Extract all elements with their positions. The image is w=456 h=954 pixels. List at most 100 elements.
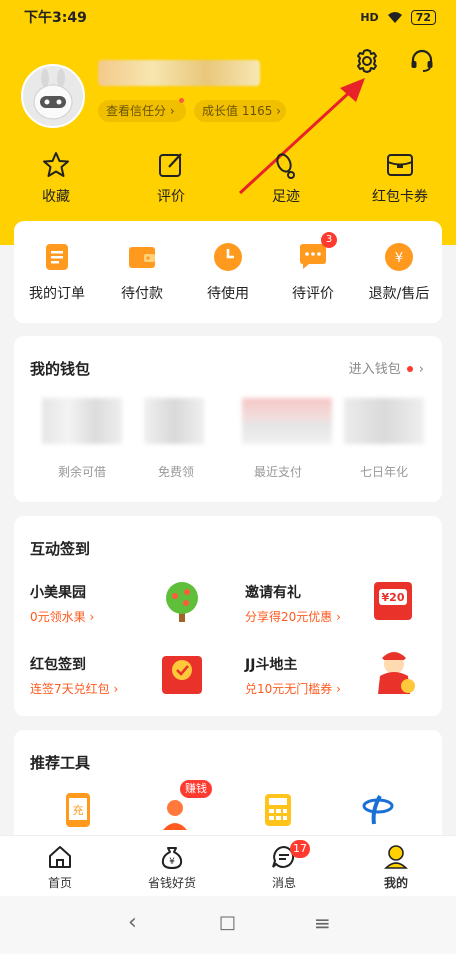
robot-avatar-icon [33, 69, 73, 120]
system-nav-bar: ‹ □ ≡ [0, 896, 456, 954]
home-icon [49, 846, 71, 868]
svg-text:¥: ¥ [395, 251, 403, 266]
activity-title: 邀请有礼 [245, 585, 301, 601]
tools-card: 推荐工具 充 赚钱 [14, 730, 442, 850]
bottom-tab-bar: 首页 ¥ 省钱好货 消息 17 我的 [0, 835, 456, 896]
wallet-icon [129, 247, 155, 268]
tree-icon [166, 582, 198, 622]
review-count-badge: 3 [321, 232, 337, 248]
earn-money-badge: 赚钱 [180, 780, 212, 798]
nav-home-button[interactable]: □ [219, 912, 236, 933]
enter-wallet-link[interactable]: 进入钱包 › [349, 358, 424, 377]
wallet-item-label: 免费领 [157, 465, 194, 479]
headset-icon[interactable] [408, 47, 436, 75]
order-label: 待使用 [207, 286, 249, 302]
tab-messages[interactable]: 消息 17 [244, 840, 324, 891]
activity-checkin[interactable]: 红包签到 连签7天兑红包 › [30, 654, 118, 697]
clock-icon [214, 243, 242, 271]
wallet-value-blurred[interactable] [144, 398, 204, 444]
activity-title: 小美果园 [30, 585, 86, 601]
wallet-item-label: 七日年化 [359, 465, 408, 479]
notification-dot [179, 98, 184, 103]
red-envelope-icon: ¥20 [374, 582, 412, 620]
wifi-icon [387, 11, 402, 23]
envelope-amount: ¥20 [382, 591, 405, 604]
refund-icon: ¥ [385, 243, 413, 271]
tab-profile[interactable]: 我的 [356, 844, 436, 891]
network-indicator: HD [360, 10, 379, 24]
recharge-label: 充 [73, 803, 84, 817]
svg-text:¥: ¥ [169, 857, 175, 867]
order-to-use[interactable]: 待使用 [188, 241, 268, 303]
username-blurred [98, 60, 260, 86]
notification-dot [406, 366, 413, 372]
quick-link-favorites[interactable]: 收藏 [16, 150, 96, 206]
telecom-icon[interactable] [358, 790, 398, 830]
gear-icon[interactable] [353, 47, 381, 75]
order-all[interactable]: 我的订单 [17, 241, 97, 303]
quick-link-label: 足迹 [272, 189, 300, 205]
wallet-value-blurred[interactable] [42, 398, 122, 444]
tab-home[interactable]: 首页 [20, 844, 100, 891]
calculator-icon[interactable] [258, 790, 298, 830]
order-pending-payment[interactable]: 待付款 [102, 241, 182, 303]
activity-doudizhu[interactable]: JJ斗地主 兑10元无门槛券 › [245, 654, 341, 697]
activity-subtitle: 连签7天兑红包 › [30, 682, 119, 696]
quick-link-label: 评价 [157, 189, 185, 205]
status-time: 下午3:49 [24, 10, 87, 26]
activities-title: 互动签到 [30, 540, 91, 558]
order-label: 退款/售后 [368, 286, 430, 302]
profile-icon [384, 845, 408, 869]
activity-subtitle: 兑10元无门槛券 › [245, 682, 341, 696]
avatar[interactable] [21, 64, 85, 128]
order-list-icon [46, 244, 68, 270]
god-of-wealth-icon [378, 652, 415, 694]
nav-menu-button[interactable]: ≡ [314, 911, 331, 935]
nav-back-button[interactable]: ‹ [128, 910, 137, 935]
wallet-card: 我的钱包 进入钱包 › 剩余可借 免费领 最近支付 七日年化 [14, 336, 442, 502]
tab-label: 消息 [271, 876, 296, 890]
quick-link-history[interactable]: 足迹 [246, 150, 326, 206]
order-label: 待付款 [121, 286, 163, 302]
credit-score-button[interactable]: 查看信任分 › [98, 98, 186, 122]
edit-icon [159, 153, 182, 177]
tab-label: 我的 [383, 876, 408, 890]
quick-link-label: 红包卡券 [372, 189, 428, 205]
growth-value-button[interactable]: 成长值 1165 › [194, 100, 286, 122]
wallet-item-label: 最近支付 [253, 465, 302, 479]
order-refund[interactable]: ¥ 退款/售后 [359, 241, 439, 303]
activity-invite[interactable]: 邀请有礼 分享得20元优惠 › [245, 582, 341, 625]
enter-wallet-label: 进入钱包 [348, 362, 401, 377]
status-bar: 下午3:49 HD 72 [0, 0, 456, 34]
activity-orchard[interactable]: 小美果园 0元领水果 › [30, 582, 94, 625]
wallet-value-blurred[interactable] [344, 398, 424, 444]
quick-link-label: 收藏 [42, 189, 70, 205]
growth-value-label: 成长值 1165 [202, 104, 273, 118]
credit-score-label: 查看信任分 [106, 104, 167, 118]
tab-deals[interactable]: ¥ 省钱好货 [132, 844, 212, 891]
checkin-envelope-icon [162, 656, 202, 694]
activity-subtitle: 分享得20元优惠 › [245, 610, 341, 624]
quick-link-reviews[interactable]: 评价 [131, 150, 211, 206]
footprint-icon [276, 153, 295, 179]
wallet-value-blurred[interactable] [242, 398, 332, 444]
activity-title: 红包签到 [30, 657, 86, 673]
tab-label: 首页 [47, 876, 72, 890]
order-label: 待评价 [292, 286, 334, 302]
activity-title: JJ斗地主 [245, 657, 298, 673]
activity-subtitle: 0元领水果 › [30, 610, 95, 624]
coupon-icon [387, 154, 413, 176]
order-to-review[interactable]: 3 待评价 [273, 232, 353, 303]
star-icon [43, 152, 69, 177]
chevron-right-icon: › [418, 362, 424, 377]
quick-link-coupons[interactable]: 红包卡券 [360, 150, 440, 206]
phone-recharge-icon[interactable]: 充 [58, 790, 98, 830]
orders-card: 我的订单 待付款 待使用 3 待评价 ¥ 退款/售后 [14, 221, 442, 323]
tab-label: 省钱好货 [147, 876, 196, 890]
battery-indicator: 72 [410, 9, 436, 25]
wallet-item-label: 剩余可借 [57, 465, 106, 479]
activities-card: 互动签到 小美果园 0元领水果 › 邀请有礼 分享得20元优惠 › ¥20 红包… [14, 516, 442, 716]
tools-title: 推荐工具 [30, 754, 91, 772]
message-count-badge: 17 [290, 840, 310, 858]
wallet-title: 我的钱包 [30, 360, 91, 378]
